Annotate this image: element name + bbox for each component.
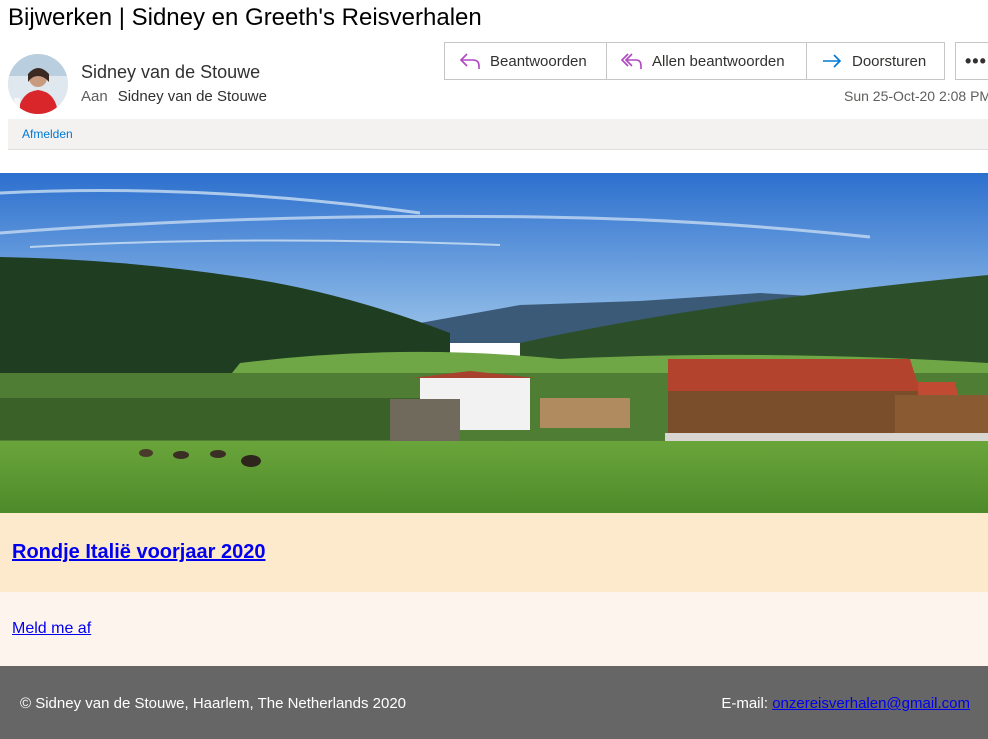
more-actions-button[interactable]: ••• bbox=[955, 42, 988, 80]
reply-button[interactable]: Beantwoorden bbox=[444, 42, 607, 80]
forward-icon bbox=[823, 54, 842, 68]
unsubscribe-link[interactable]: Meld me af bbox=[12, 620, 91, 638]
footer-email-label: E-mail: bbox=[721, 695, 769, 712]
message-actions: Beantwoorden Allen beantwoorden Doorstur… bbox=[444, 42, 945, 80]
reply-all-button[interactable]: Allen beantwoorden bbox=[607, 42, 807, 80]
forward-label: Doorsturen bbox=[852, 52, 927, 70]
reply-all-label: Allen beantwoorden bbox=[652, 52, 785, 70]
sender-name[interactable]: Sidney van de Stouwe bbox=[81, 62, 260, 83]
footer-email-link[interactable]: onzereisverhalen@gmail.com bbox=[772, 695, 970, 712]
footer-email: E-mail: onzereisverhalen@gmail.com bbox=[721, 695, 970, 712]
message-date: Sun 25-Oct-20 2:08 PM bbox=[844, 88, 988, 104]
recipient-name[interactable]: Sidney van de Stouwe bbox=[118, 88, 267, 105]
post-title-band: Rondje Italië voorjaar 2020 bbox=[0, 513, 988, 592]
avatar[interactable] bbox=[8, 54, 68, 114]
unsubscribe-band: Meld me af bbox=[0, 592, 988, 666]
reply-label: Beantwoorden bbox=[490, 52, 587, 70]
post-title-link[interactable]: Rondje Italië voorjaar 2020 bbox=[12, 541, 265, 564]
unsubscribe-bar: Afmelden bbox=[8, 119, 988, 150]
email-subject: Bijwerken | Sidney en Greeth's Reisverha… bbox=[8, 4, 482, 31]
forward-button[interactable]: Doorsturen bbox=[807, 42, 945, 80]
to-label: Aan bbox=[81, 88, 108, 105]
footer-copyright: © Sidney van de Stouwe, Haarlem, The Net… bbox=[20, 695, 407, 712]
unsubscribe-bar-link[interactable]: Afmelden bbox=[22, 127, 73, 141]
more-icon: ••• bbox=[965, 50, 987, 71]
header-landscape-image bbox=[0, 173, 988, 513]
reply-all-icon bbox=[621, 53, 642, 69]
reply-icon bbox=[459, 53, 480, 69]
recipient-row: Aan Sidney van de Stouwe bbox=[81, 88, 267, 105]
newsletter-footer: © Sidney van de Stouwe, Haarlem, The Net… bbox=[0, 666, 988, 739]
